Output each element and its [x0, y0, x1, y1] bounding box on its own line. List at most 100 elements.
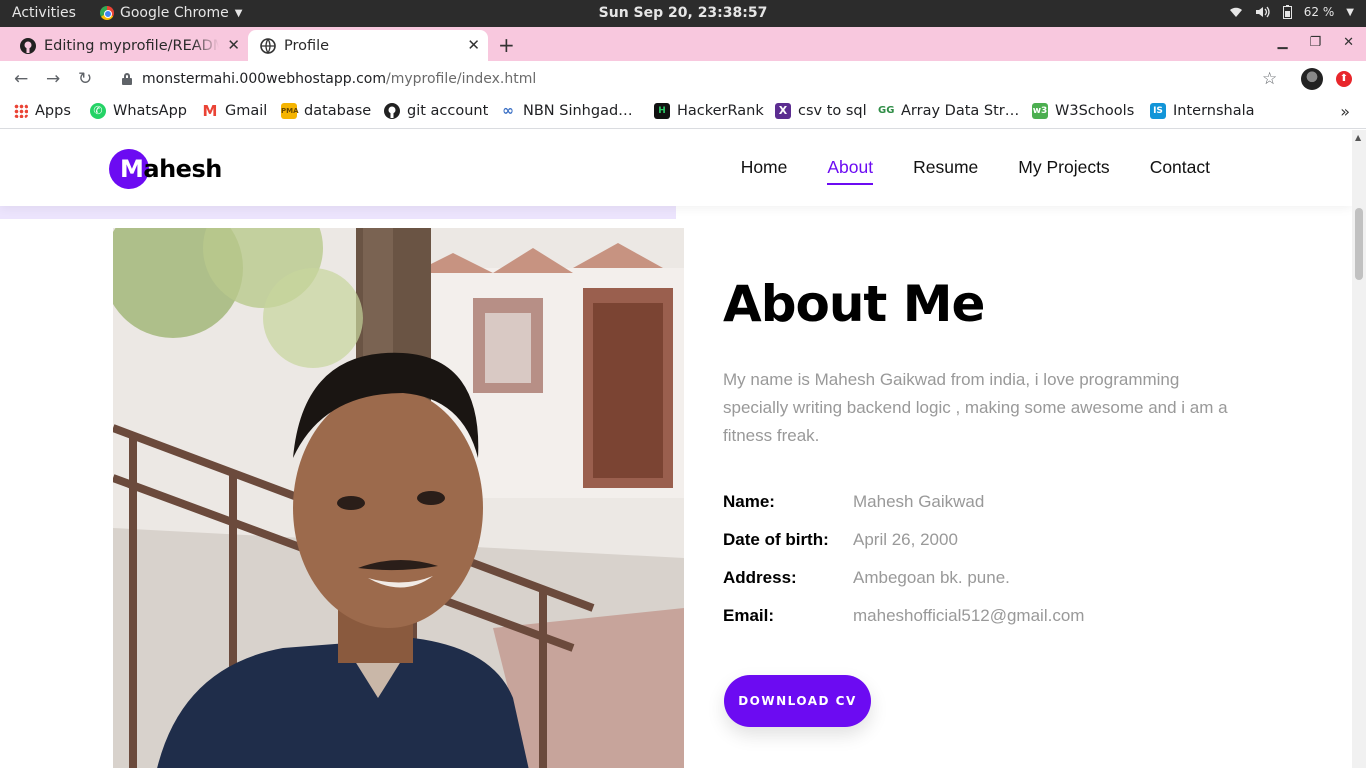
bookmark-label: Internshala: [1173, 103, 1255, 119]
url-path: /myprofile/index.html: [386, 71, 537, 87]
url-host: monstermahi.000webhostapp.com: [142, 71, 387, 87]
bookmark-git-account[interactable]: git account: [384, 103, 488, 119]
window-controls: ▁ ❐ ✕: [1277, 35, 1354, 50]
info-row-name: Name: Mahesh Gaikwad: [723, 492, 1084, 530]
lock-icon[interactable]: [122, 73, 132, 85]
decorative-band: [0, 206, 676, 219]
scroll-up-arrow-icon[interactable]: ▲: [1355, 133, 1361, 142]
bookmark-label: Array Data Str…: [901, 103, 1020, 119]
globe-icon: [260, 37, 276, 54]
info-value: April 26, 2000: [853, 530, 958, 549]
web-page: Mahesh Home About Resume My Projects Con…: [0, 130, 1352, 768]
nav-about[interactable]: About: [827, 157, 873, 185]
bookmark-label: csv to sql: [798, 103, 867, 119]
close-window-icon[interactable]: ✕: [1343, 35, 1354, 50]
info-label: Date of birth:: [723, 530, 829, 549]
logo-rest: ahesh: [143, 155, 222, 183]
extension-icon[interactable]: ⬆: [1336, 71, 1352, 87]
nav-resume[interactable]: Resume: [913, 157, 978, 178]
download-cv-button[interactable]: DOWNLOAD CV: [724, 675, 871, 727]
info-value: Mahesh Gaikwad: [853, 492, 985, 511]
caret-down-icon: ▼: [1346, 6, 1354, 18]
info-value[interactable]: maheshofficial512@gmail.com: [853, 606, 1084, 644]
system-tray[interactable]: 62 % ▼: [1229, 5, 1354, 19]
bookmark-star-icon[interactable]: ☆: [1262, 69, 1277, 89]
info-label: Address:: [723, 568, 797, 587]
bookmark-label: WhatsApp: [113, 103, 187, 119]
site-menu: Home About Resume My Projects Contact: [741, 157, 1210, 185]
profile-photo: [113, 228, 684, 768]
tab-profile[interactable]: Profile ✕: [248, 30, 488, 61]
logo-text: Mahesh: [120, 155, 222, 183]
bookmark-hackerrank[interactable]: H HackerRank: [654, 103, 764, 119]
page-scrollbar[interactable]: ▲: [1352, 130, 1366, 768]
bookmark-w3schools[interactable]: w3 W3Schools: [1032, 103, 1134, 119]
bookmark-label: W3Schools: [1055, 103, 1135, 119]
bookmark-nbn-sinhgad[interactable]: ∞ NBN Sinhgad…: [500, 103, 633, 119]
bookmark-whatsapp[interactable]: ✆ WhatsApp: [90, 103, 187, 119]
bookmark-label: HackerRank: [677, 103, 764, 119]
address-bar[interactable]: monstermahi.000webhostapp.com/myprofile/…: [110, 65, 1290, 93]
info-row-email: Email: maheshofficial512@gmail.com: [723, 606, 1084, 644]
apps-grid-icon: [14, 104, 28, 118]
info-label: Email:: [723, 606, 775, 625]
info-row-dob: Date of birth: April 26, 2000: [723, 530, 1084, 568]
nav-my-projects[interactable]: My Projects: [1018, 157, 1109, 178]
system-top-bar: Activities Google Chrome ▼ Sun Sep 20, 2…: [0, 0, 1366, 27]
browser-toolbar: ← → ↻ monstermahi.000webhostapp.com/mypr…: [0, 61, 1366, 97]
tab-title: Editing myprofile/README.md: [44, 37, 219, 54]
link-icon: ∞: [500, 103, 516, 119]
restore-icon[interactable]: ❐: [1309, 35, 1321, 50]
new-tab-icon[interactable]: +: [498, 33, 515, 57]
gmail-icon: M: [202, 102, 218, 120]
tab-editing-readme[interactable]: Editing myprofile/README.md ✕: [8, 30, 248, 61]
back-arrow-icon[interactable]: ←: [14, 69, 28, 89]
profile-avatar[interactable]: [1301, 68, 1323, 90]
bookmark-gmail[interactable]: M Gmail: [202, 103, 267, 119]
github-icon: [20, 37, 36, 54]
tab-title: Profile: [284, 37, 330, 54]
phpmyadmin-icon: PMA: [281, 103, 299, 119]
about-heading: About Me: [723, 275, 985, 333]
info-value: Ambegoan bk. pune.: [853, 568, 1010, 587]
bookmark-apps[interactable]: Apps: [14, 103, 71, 119]
battery-icon: [1282, 5, 1292, 19]
whatsapp-icon: ✆: [90, 103, 106, 119]
battery-percent: 62 %: [1303, 5, 1335, 19]
site-logo[interactable]: Mahesh: [109, 149, 222, 189]
info-row-address: Address: Ambegoan bk. pune.: [723, 568, 1084, 606]
volume-icon: [1255, 6, 1270, 18]
clock[interactable]: Sun Sep 20, 23:38:57: [0, 5, 1366, 21]
nav-contact[interactable]: Contact: [1150, 157, 1210, 178]
internshala-icon: IS: [1150, 103, 1166, 119]
bookmark-label: Gmail: [225, 103, 268, 119]
logo-initial: M: [120, 155, 144, 183]
w3schools-icon: w3: [1032, 103, 1048, 119]
close-tab-icon[interactable]: ✕: [227, 36, 240, 54]
personal-info: Name: Mahesh Gaikwad Date of birth: Apri…: [723, 492, 1084, 644]
bookmark-label: Apps: [35, 103, 71, 119]
hackerrank-icon: H: [654, 103, 670, 119]
minimize-icon[interactable]: ▁: [1277, 35, 1287, 50]
bookmark-label: NBN Sinhgad…: [523, 103, 633, 119]
close-tab-icon[interactable]: ✕: [467, 36, 480, 54]
more-bookmarks-icon[interactable]: »: [1340, 102, 1350, 121]
bookmarks-bar: Apps ✆ WhatsApp M Gmail PMA database git…: [0, 97, 1366, 129]
bookmark-database[interactable]: PMA database: [281, 103, 371, 119]
reload-icon[interactable]: ↻: [78, 69, 92, 89]
forward-arrow-icon[interactable]: →: [46, 69, 60, 89]
bookmark-internshala[interactable]: IS Internshala: [1150, 103, 1255, 119]
info-label: Name:: [723, 492, 775, 511]
csvtosql-icon: X: [775, 103, 791, 119]
wifi-icon: [1229, 7, 1242, 17]
geeks-icon: GG: [878, 103, 894, 119]
bookmark-csv-to-sql[interactable]: X csv to sql: [775, 103, 867, 119]
bookmark-label: git account: [407, 103, 489, 119]
github-icon: [384, 103, 400, 119]
nav-home[interactable]: Home: [741, 157, 788, 178]
about-description: My name is Mahesh Gaikwad from india, i …: [723, 370, 1228, 445]
bookmark-array-data-str[interactable]: GG Array Data Str…: [878, 103, 1019, 119]
scroll-thumb[interactable]: [1355, 208, 1363, 280]
tab-strip: Editing myprofile/README.md ✕ Profile ✕ …: [0, 27, 1366, 61]
bookmark-label: database: [304, 103, 372, 119]
